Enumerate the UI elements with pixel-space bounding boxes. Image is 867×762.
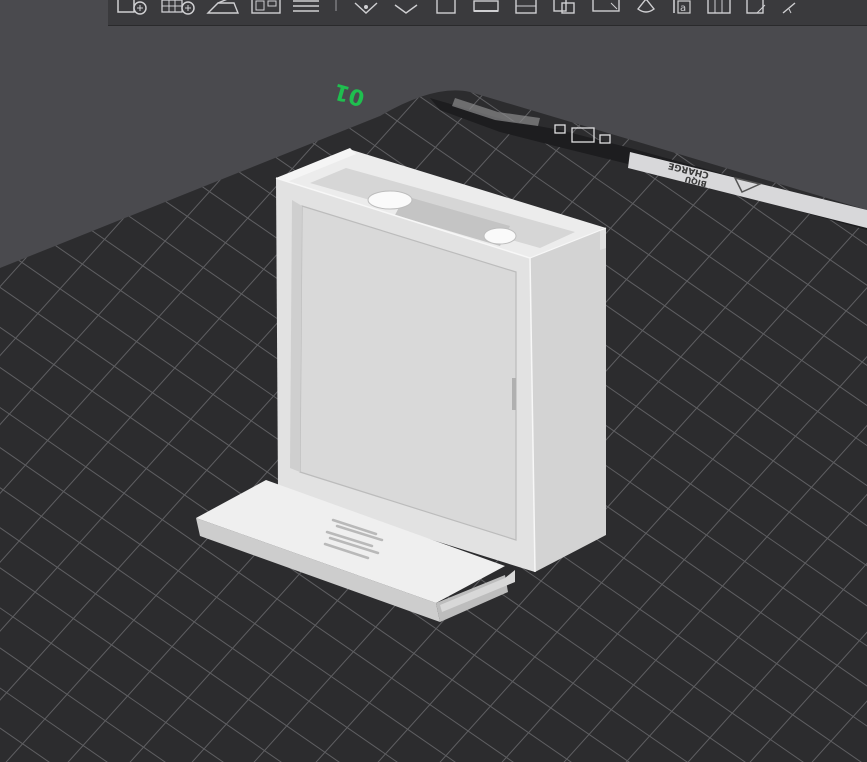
- model-top-scoop-right: [483, 227, 517, 245]
- mesh-boolean-icon: [782, 2, 796, 14]
- add-plate-button[interactable]: [158, 0, 202, 16]
- layers-button[interactable]: [286, 0, 326, 16]
- seam-paint-button[interactable]: [586, 0, 626, 16]
- color-paint-icon: [637, 0, 655, 13]
- scale-icon: [436, 0, 456, 14]
- toolbar-divider: [326, 0, 346, 16]
- color-paint-button[interactable]: [626, 0, 666, 16]
- lay-on-face-icon: [473, 0, 499, 12]
- rotate-icon: [394, 4, 418, 14]
- auto-orient-button[interactable]: [202, 0, 246, 16]
- 3d-viewport[interactable]: CHARGE BIQU 01: [0, 26, 867, 762]
- svg-text:a: a: [680, 3, 686, 14]
- model-top-scoop-left: [367, 190, 413, 210]
- mesh-boolean-button[interactable]: [776, 0, 806, 16]
- main-toolbar: a: [108, 0, 867, 26]
- add-object-icon: [117, 0, 147, 15]
- measure-icon: [707, 0, 731, 14]
- lay-on-face-button[interactable]: [466, 0, 506, 16]
- assembly-icon: [746, 0, 766, 14]
- plate-number: 01: [331, 78, 367, 110]
- add-plate-icon: [161, 0, 195, 15]
- assembly-button[interactable]: [740, 0, 776, 16]
- arrange-icon: [251, 0, 281, 14]
- move-icon: [354, 2, 378, 14]
- model-side-face: [530, 228, 606, 572]
- support-paint-icon: [553, 0, 575, 14]
- seam-paint-icon: [592, 0, 620, 12]
- text-button[interactable]: a: [666, 0, 700, 16]
- arrange-button[interactable]: [246, 0, 286, 16]
- support-paint-button[interactable]: [546, 0, 586, 16]
- rotate-button[interactable]: [386, 0, 426, 16]
- auto-orient-icon: [206, 0, 240, 14]
- add-object-button[interactable]: [114, 0, 158, 16]
- cut-button[interactable]: [506, 0, 546, 16]
- measure-button[interactable]: [700, 0, 740, 16]
- layers-icon: [293, 0, 319, 12]
- text-icon: a: [673, 0, 691, 14]
- scale-button[interactable]: [426, 0, 466, 16]
- cut-icon: [515, 0, 537, 14]
- move-button[interactable]: [346, 0, 386, 16]
